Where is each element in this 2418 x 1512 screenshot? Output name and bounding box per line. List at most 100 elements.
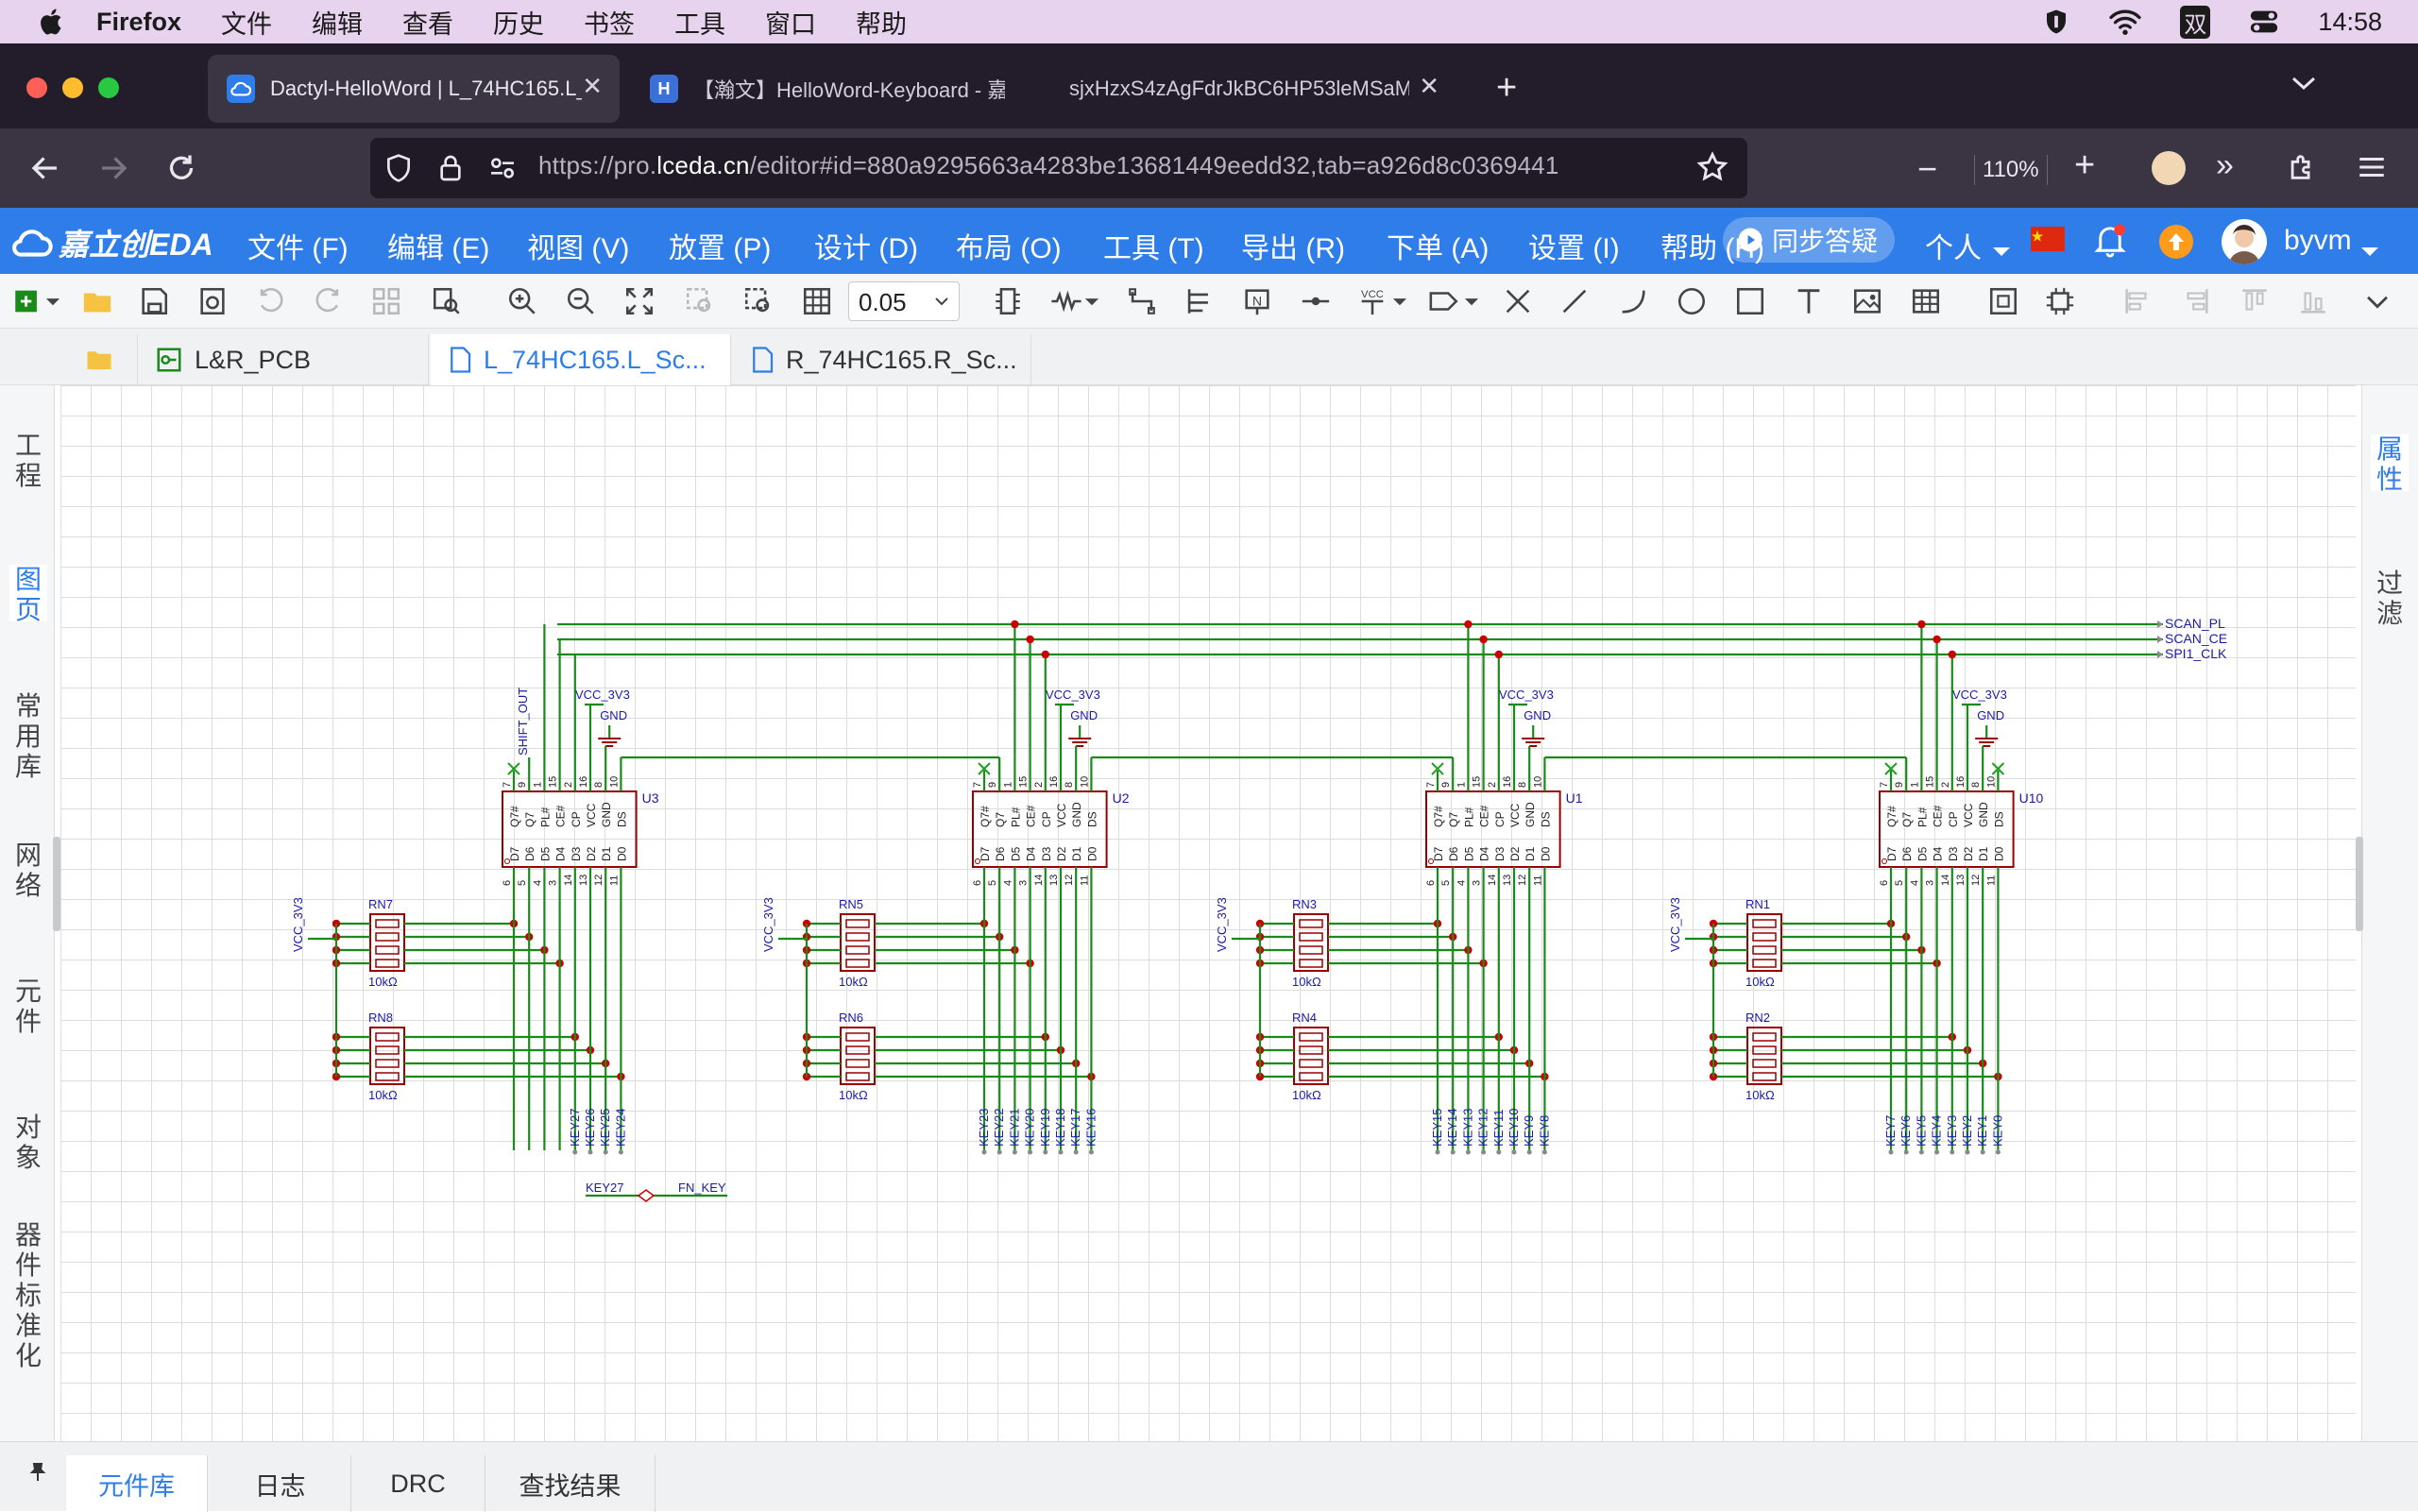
permissions-icon[interactable] — [487, 153, 518, 188]
eda-menu-export[interactable]: 导出 (R) — [1241, 225, 1345, 266]
new-project-icon[interactable] — [11, 285, 43, 317]
bookmark-star-icon[interactable] — [1696, 151, 1728, 188]
pin-number[interactable]: 15 — [1925, 776, 1936, 788]
bottom-tab-drc[interactable]: DRC — [351, 1455, 485, 1512]
pin-number[interactable]: 12 — [1970, 875, 1982, 886]
new-dropdown-chevron-icon[interactable] — [43, 285, 62, 317]
pin-number[interactable]: 3 — [548, 880, 559, 886]
china-flag-icon[interactable] — [2031, 227, 2065, 251]
workspace-chevron-down-icon[interactable] — [1991, 234, 2012, 266]
panel-tab-common-lib[interactable]: 常用库 — [9, 691, 47, 781]
pin-number[interactable]: 6 — [1425, 880, 1437, 886]
pin-number[interactable]: 10 — [1532, 776, 1543, 788]
chip-ref-u3[interactable]: U3 — [642, 790, 659, 806]
resistor-element[interactable] — [1752, 1045, 1777, 1055]
junction-dot[interactable] — [1948, 650, 1956, 659]
resistor-element[interactable] — [1752, 959, 1777, 968]
align-top-icon[interactable] — [2239, 285, 2271, 317]
pin-name-d3[interactable]: D3 — [1040, 846, 1053, 861]
net-tie-symbol[interactable] — [637, 1189, 656, 1202]
pin-name-d1[interactable]: D1 — [600, 846, 613, 861]
net-label-key[interactable]: KEY0 — [1990, 1115, 2004, 1147]
eda-logo[interactable]: 嘉立创EDA — [11, 221, 213, 264]
net-end-marker[interactable] — [1058, 1149, 1064, 1155]
zoom-out-button[interactable]: − — [1917, 149, 1937, 189]
pin-name-d4[interactable]: D4 — [554, 846, 568, 861]
apple-icon[interactable] — [36, 6, 68, 38]
ground-symbol[interactable] — [598, 738, 622, 747]
power-label-gnd[interactable]: GND — [1977, 708, 2004, 722]
net-label-key[interactable]: KEY21 — [1007, 1109, 1021, 1147]
net-end-marker[interactable] — [572, 1149, 578, 1155]
net-end-marker[interactable] — [1965, 1149, 1970, 1155]
back-arrow-icon[interactable] — [28, 151, 62, 190]
pin-number[interactable]: 13 — [1048, 875, 1060, 886]
net-port-icon[interactable] — [1428, 285, 1460, 317]
net-end-marker[interactable] — [981, 1149, 987, 1155]
net-end-marker[interactable] — [618, 1149, 623, 1155]
resistor-element[interactable] — [1299, 919, 1323, 928]
panel-tab-standardize[interactable]: 器件标准化 — [9, 1220, 47, 1370]
pin-name-d5[interactable]: D5 — [1009, 846, 1022, 861]
pin-name-d0[interactable]: D0 — [1085, 846, 1098, 861]
pin-number[interactable]: 14 — [563, 875, 574, 886]
new-tab-button[interactable]: + — [1496, 68, 1517, 109]
resistor-element[interactable] — [375, 945, 400, 955]
overflow-chevrons-icon[interactable]: » — [2216, 147, 2234, 184]
resistor-network-ref[interactable]: RN4 — [1292, 1011, 1317, 1025]
resistor-element[interactable] — [1299, 932, 1323, 942]
user-chevron-down-icon[interactable] — [2359, 234, 2380, 266]
zoom-level[interactable]: 110% — [1974, 155, 2048, 185]
pin-name-ds[interactable]: DS — [615, 811, 628, 827]
menu-help[interactable]: 帮助 — [856, 4, 907, 41]
net-label-key27[interactable]: KEY27 — [586, 1181, 623, 1195]
zoom-in-button[interactable]: + — [2074, 145, 2095, 186]
pin-name-d0[interactable]: D0 — [1539, 846, 1552, 861]
pin-number[interactable]: 4 — [1456, 880, 1467, 886]
forward-arrow-icon[interactable] — [96, 151, 130, 190]
net-label-key[interactable]: KEY11 — [1491, 1109, 1506, 1147]
pin-number[interactable]: 11 — [1532, 875, 1543, 886]
pin-number[interactable]: 9 — [1440, 782, 1452, 788]
resistor-element[interactable] — [845, 945, 870, 955]
find-replace-icon[interactable] — [431, 285, 463, 317]
pin-number[interactable]: 14 — [1940, 875, 1951, 886]
pin-number[interactable]: 9 — [987, 782, 998, 788]
bus-icon[interactable] — [1183, 285, 1215, 317]
net-label-key[interactable]: KEY3 — [1945, 1115, 1959, 1147]
wire-icon[interactable] — [1126, 285, 1158, 317]
net-label-key[interactable]: KEY8 — [1537, 1115, 1551, 1147]
pin-name-gnd[interactable]: GND — [1524, 802, 1537, 827]
wifi-icon[interactable] — [2108, 8, 2142, 36]
pin-number[interactable]: 1 — [1002, 782, 1013, 788]
net-label-spi1-clk[interactable]: SPI1_CLK — [2165, 646, 2227, 661]
resistor-network-value[interactable]: 10kΩ — [368, 1088, 398, 1102]
place-component-icon[interactable] — [992, 285, 1024, 317]
net-end-marker[interactable] — [1918, 1149, 1924, 1155]
pin-name-vcc[interactable]: VCC — [1962, 803, 1975, 827]
live-qa-button[interactable]: 同步答疑 — [1723, 217, 1896, 263]
pin-name-d6[interactable]: D6 — [523, 846, 536, 861]
pin-number[interactable]: 10 — [608, 776, 620, 788]
pin-number[interactable]: 11 — [1985, 875, 1997, 886]
resistor-element[interactable] — [1299, 945, 1323, 955]
menu-bookmarks[interactable]: 书签 — [584, 4, 635, 41]
panel-tab-nets[interactable]: 网络 — [9, 841, 47, 900]
resistor-element[interactable] — [375, 1072, 400, 1081]
net-end-marker[interactable] — [1435, 1149, 1440, 1155]
eda-menu-layout[interactable]: 布局 (O) — [956, 225, 1062, 266]
pin-name-q7[interactable]: Q7 — [1900, 812, 1914, 827]
pin-number[interactable]: 8 — [1064, 782, 1075, 788]
power-label-gnd[interactable]: GND — [1070, 708, 1098, 722]
pin-name-q7[interactable]: Q7 — [1447, 812, 1460, 827]
image-icon[interactable] — [1851, 285, 1883, 317]
resistor-network-value[interactable]: 10kΩ — [1292, 1088, 1321, 1102]
pin-number[interactable]: 1 — [1456, 782, 1467, 788]
pin-name-d2[interactable]: D2 — [1055, 846, 1068, 861]
grid-icon[interactable] — [801, 285, 833, 317]
resistor-network-ref[interactable]: RN5 — [839, 897, 863, 911]
junction-dot[interactable] — [1011, 620, 1019, 629]
net-port-arrow[interactable] — [2157, 636, 2163, 643]
net-port-arrow[interactable] — [2157, 620, 2163, 628]
resistor-network-value[interactable]: 10kΩ — [839, 1088, 868, 1102]
